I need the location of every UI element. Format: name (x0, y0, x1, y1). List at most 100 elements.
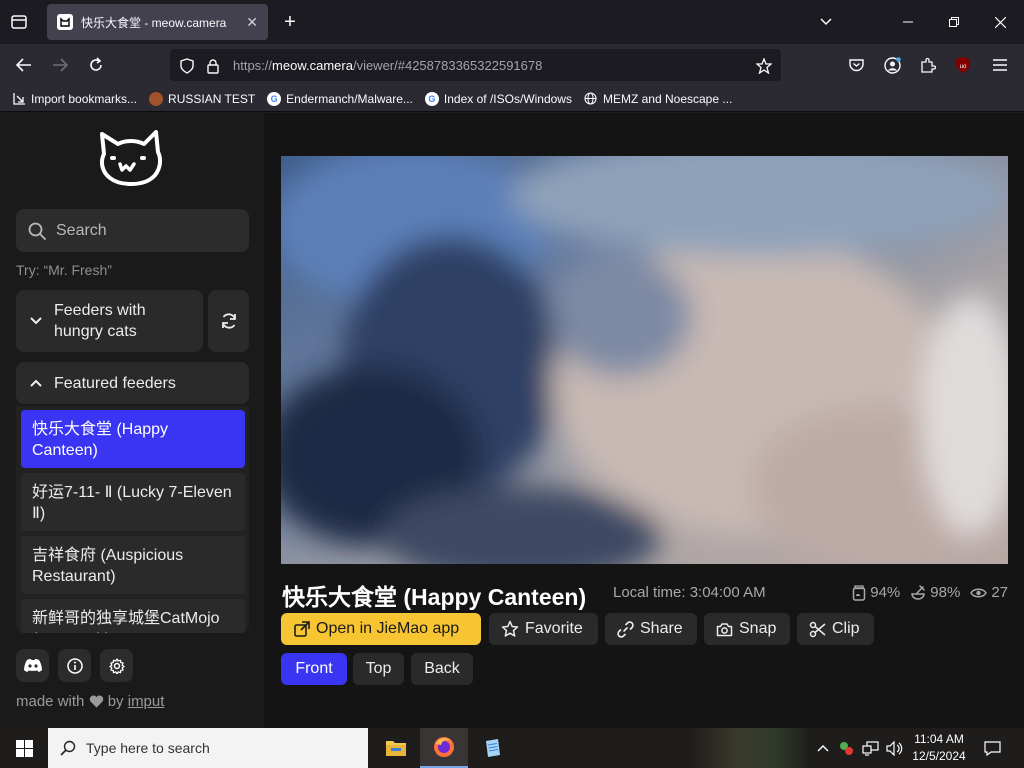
navigation-toolbar: https://meow.camera/viewer/#425878336532… (0, 44, 1024, 86)
discord-icon (23, 658, 43, 673)
network-icon[interactable] (860, 738, 880, 758)
meow-camera-logo[interactable] (98, 130, 166, 192)
discord-button[interactable] (16, 649, 49, 682)
url-bar[interactable]: https://meow.camera/viewer/#425878336532… (170, 49, 781, 81)
camera-stream[interactable] (281, 156, 1008, 564)
settings-button[interactable] (100, 649, 133, 682)
featured-feeders-toggle[interactable]: Featured feeders (16, 362, 249, 404)
close-tab-icon[interactable]: ✕ (246, 14, 258, 31)
minimize-icon[interactable] (898, 12, 918, 32)
info-button[interactable] (58, 649, 91, 682)
tab-overview-icon[interactable] (8, 12, 30, 32)
chevron-up-icon (30, 379, 42, 387)
feeder-name: 快乐大食堂 (Happy Canteen) (32, 421, 169, 459)
extensions-icon[interactable] (918, 55, 938, 75)
browser-tab[interactable]: 快乐大食堂 - meow.camera ✕ (47, 4, 268, 40)
refresh-button[interactable] (208, 290, 249, 352)
import-icon (12, 92, 26, 106)
lock-icon[interactable] (205, 57, 221, 75)
ublock-icon[interactable]: uo (953, 55, 973, 75)
taskbar-search[interactable]: Type here to search (48, 728, 368, 768)
taskbar-search-placeholder: Type here to search (86, 740, 210, 756)
volume-icon[interactable] (884, 738, 904, 758)
food-level-stat: 94% (852, 584, 900, 601)
new-tab-icon[interactable]: + (280, 11, 300, 33)
camera-back-label: Back (424, 660, 460, 677)
pocket-icon[interactable] (846, 55, 866, 75)
tray-app-icon[interactable] (837, 738, 855, 758)
start-button[interactable] (0, 728, 48, 768)
bookmark-import[interactable]: Import bookmarks... (12, 92, 137, 106)
favorite-button[interactable]: Favorite (489, 613, 598, 645)
taskbar-firefox[interactable] (420, 728, 468, 768)
feeder-item-happy-canteen[interactable]: 快乐大食堂 (Happy Canteen) (21, 410, 245, 468)
author-link[interactable]: imput (128, 693, 165, 710)
clip-label: Clip (832, 620, 860, 637)
bookmark-label: Index of /ISOs/Windows (443, 91, 572, 106)
food-level-value: 94% (870, 584, 901, 601)
reload-icon[interactable] (86, 55, 106, 75)
notepad-icon (482, 738, 502, 758)
account-icon[interactable] (882, 55, 902, 75)
clip-button[interactable]: Clip (797, 613, 874, 645)
bookmark-label: MEMZ and Noescape ... (602, 91, 733, 106)
show-hidden-icons-icon[interactable] (814, 738, 832, 758)
featured-feeders-list[interactable]: 快乐大食堂 (Happy Canteen) 好运7-11- Ⅱ (Lucky 7… (16, 406, 249, 633)
meow-camera-page: Search Try: “Mr. Fresh” Feeders with hun… (0, 113, 1024, 728)
viewers-value: 27 (991, 584, 1008, 601)
hungry-feeders-label: Feeders with hungry cats (54, 302, 146, 340)
search-field[interactable]: Search (16, 209, 249, 252)
bowl-level-stat: 98% (910, 584, 960, 601)
close-window-icon[interactable] (990, 12, 1010, 32)
bookmarks-toolbar: Import bookmarks... RUSSIAN TEST G Ender… (0, 86, 1024, 112)
forward-icon[interactable] (50, 55, 70, 75)
scissors-icon (809, 621, 832, 638)
cat-favicon-icon (57, 14, 73, 30)
chevron-down-icon (30, 317, 42, 325)
bookmark-russian-test[interactable]: RUSSIAN TEST (149, 91, 256, 106)
url-text[interactable]: https://meow.camera/viewer/#425878336532… (233, 58, 542, 73)
bookmark-endermanch[interactable]: G Endermanch/Malware... (267, 91, 413, 106)
notifications-icon[interactable] (981, 738, 1003, 758)
back-icon[interactable] (14, 55, 34, 75)
snap-label: Snap (739, 620, 777, 637)
camera-back-button[interactable]: Back (411, 653, 473, 685)
tracking-protection-icon[interactable] (178, 57, 196, 75)
search-hint: Try: “Mr. Fresh” (16, 262, 112, 278)
restore-icon[interactable] (944, 12, 964, 32)
hungry-feeders-toggle[interactable]: Feeders with hungry cats (16, 290, 203, 352)
google-icon: G (424, 91, 439, 106)
camera-top-button[interactable]: Top (353, 653, 404, 685)
tab-title: 快乐大食堂 - meow.camera (81, 15, 227, 30)
bookmark-isos[interactable]: G Index of /ISOs/Windows (424, 91, 572, 106)
viewers-stat: 27 (970, 584, 1008, 601)
feeder-item-lucky-7-eleven[interactable]: 好运7-11- Ⅱ (Lucky 7-Eleven Ⅱ) (21, 473, 245, 531)
local-time: Local time: 3:04:00 AM (613, 584, 766, 601)
share-button[interactable]: Share (605, 613, 697, 645)
github-icon (149, 91, 164, 106)
search-icon (28, 222, 46, 240)
list-tabs-icon[interactable] (816, 12, 836, 32)
feeder-name: 好运7-11- Ⅱ (Lucky 7-Eleven Ⅱ) (32, 484, 232, 522)
system-clock[interactable]: 11:04 AM 12/5/2024 (906, 731, 972, 765)
camera-front-button[interactable]: Front (281, 653, 347, 685)
feeder-item-mr-fresh[interactable]: 新鲜哥的独享城堡CatMojo (Mr. Fresh) (21, 599, 245, 633)
snap-button[interactable]: Snap (704, 613, 790, 645)
feeder-title: 快乐大食堂 (Happy Canteen) (282, 584, 587, 610)
feeder-stats: 94% 98% 27 (842, 584, 1008, 601)
feeder-name: 吉祥食府 (Auspicious Restaurant) (32, 547, 184, 585)
menu-icon[interactable] (990, 55, 1010, 75)
bookmark-star-icon[interactable] (754, 56, 774, 76)
bookmark-label: RUSSIAN TEST (168, 91, 256, 106)
taskbar-background-art (690, 728, 810, 768)
camera-top-label: Top (365, 660, 392, 677)
share-label: Share (640, 620, 683, 637)
bookmark-memz[interactable]: MEMZ and Noescape ... (584, 92, 732, 106)
open-in-jiemao-button[interactable]: Open in JieMao app (281, 613, 481, 645)
feeder-item-auspicious-restaurant[interactable]: 吉祥食府 (Auspicious Restaurant) (21, 536, 245, 594)
firefox-icon (433, 736, 455, 758)
taskbar-notepad[interactable] (468, 728, 516, 768)
info-icon (66, 657, 83, 674)
bowl-level-value: 98% (930, 584, 961, 601)
taskbar-file-explorer[interactable] (372, 728, 420, 768)
